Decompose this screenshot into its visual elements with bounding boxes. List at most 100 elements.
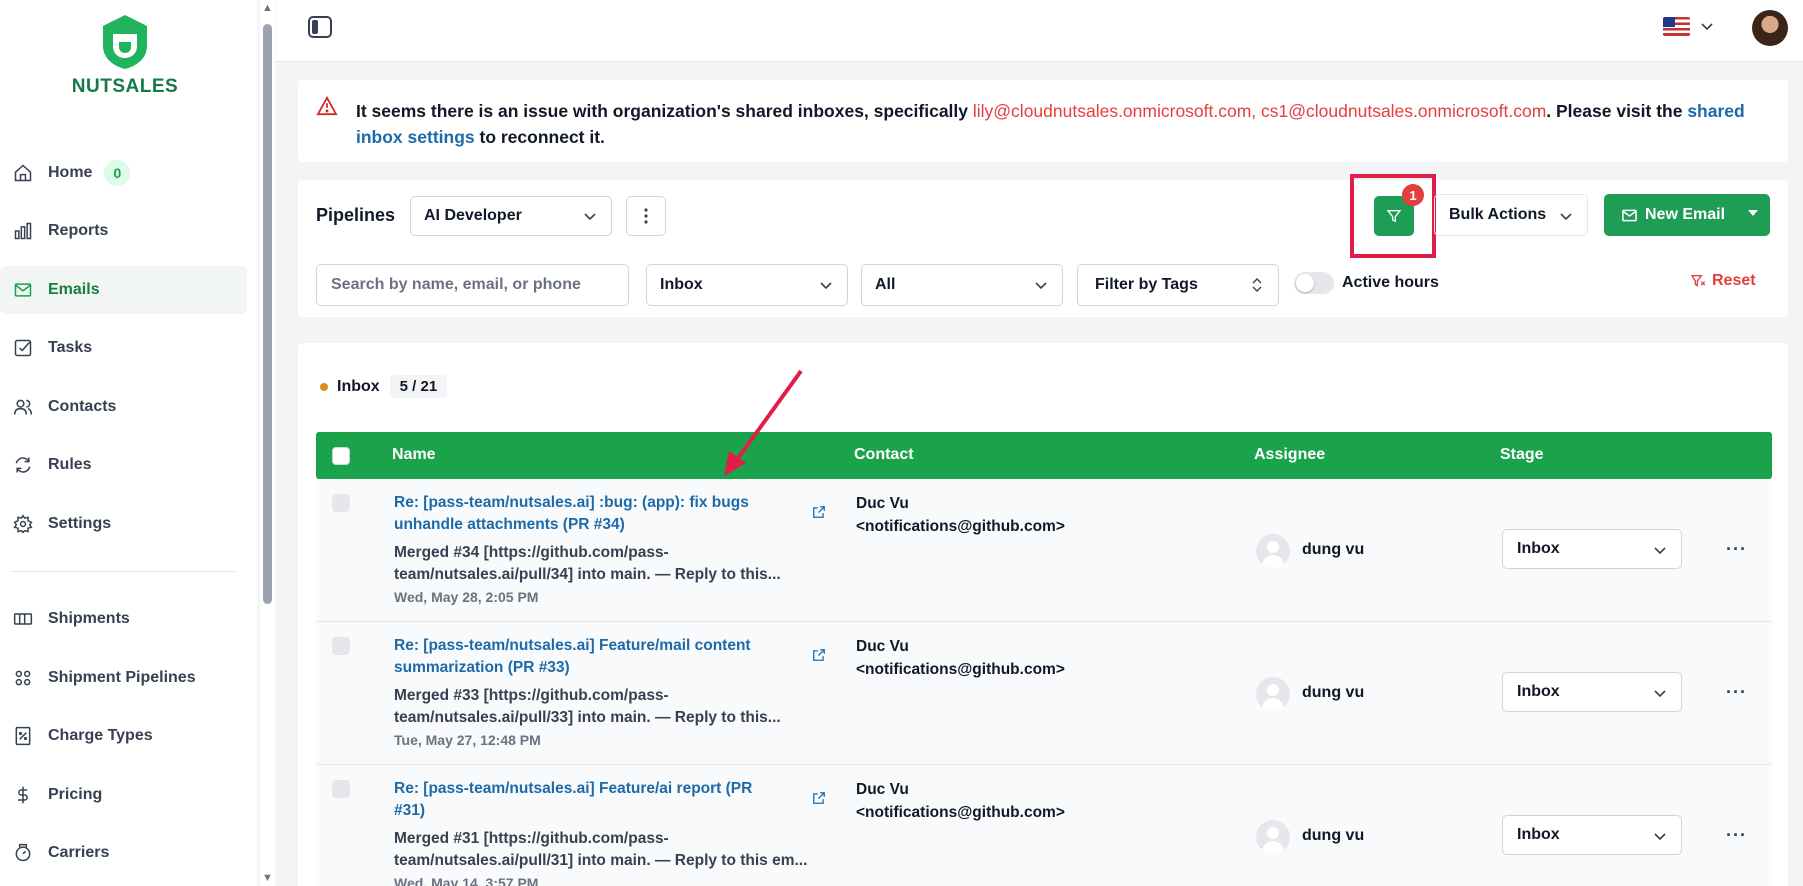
column-header-name[interactable]: Name bbox=[392, 446, 436, 464]
sidebar-item-label: Emails bbox=[48, 281, 100, 298]
table-row[interactable]: Re: [pass-team/nutsales.ai] Feature/ai r… bbox=[316, 765, 1772, 886]
contact-cell[interactable]: Duc Vu <notifications@github.com> bbox=[856, 635, 1065, 681]
scroll-up-icon[interactable]: ▲ bbox=[262, 2, 273, 14]
us-flag-icon[interactable] bbox=[1663, 17, 1690, 36]
select-all-checkbox[interactable] bbox=[332, 447, 350, 465]
new-email-button[interactable]: New Email bbox=[1604, 194, 1770, 236]
reset-button[interactable]: Reset bbox=[1690, 272, 1756, 290]
sidebar-item-charge-types[interactable]: Charge Types bbox=[0, 712, 247, 760]
sidebar-item-home[interactable]: Home 0 bbox=[0, 149, 247, 197]
assignee-name: dung vu bbox=[1302, 827, 1365, 844]
sidebar-scrollbar[interactable]: ▲ ▼ bbox=[260, 0, 275, 886]
carrier-icon bbox=[12, 842, 34, 864]
mail-send-icon bbox=[1622, 209, 1637, 221]
row-more-actions-icon[interactable]: ··· bbox=[1726, 539, 1747, 560]
contact-email: <notifications@github.com> bbox=[856, 518, 1065, 535]
sidebar-item-carriers[interactable]: Carriers bbox=[0, 829, 247, 877]
row-checkbox[interactable] bbox=[332, 637, 350, 655]
external-link-icon[interactable] bbox=[812, 791, 826, 809]
warning-icon bbox=[316, 95, 338, 120]
chevron-down-icon bbox=[820, 282, 832, 290]
email-subject-link[interactable]: Re: [pass-team/nutsales.ai] Feature/ai r… bbox=[394, 778, 774, 822]
funnel-clear-icon bbox=[1690, 275, 1706, 287]
truck-icon bbox=[12, 608, 34, 630]
new-email-caret-icon[interactable] bbox=[1748, 210, 1758, 216]
checkbox-icon bbox=[12, 337, 34, 359]
alert-message: It seems there is an issue with organiza… bbox=[356, 98, 1776, 150]
assignee-avatar bbox=[1256, 534, 1290, 568]
sidebar-item-settings[interactable]: Settings bbox=[0, 500, 247, 548]
row-checkbox[interactable] bbox=[332, 780, 350, 798]
scrollbar-thumb[interactable] bbox=[263, 24, 272, 604]
column-header-contact[interactable]: Contact bbox=[854, 446, 914, 464]
sidebar-item-label: Pricing bbox=[48, 786, 103, 803]
stage-select[interactable]: Inbox bbox=[1502, 815, 1682, 855]
sidebar-item-emails[interactable]: Emails bbox=[0, 266, 247, 314]
external-link-icon[interactable] bbox=[812, 648, 826, 666]
bulk-actions-label: Bulk Actions bbox=[1449, 206, 1547, 223]
active-hours-toggle[interactable] bbox=[1294, 272, 1334, 294]
email-subject-link[interactable]: Re: [pass-team/nutsales.ai] :bug: (app):… bbox=[394, 492, 774, 536]
pipeline-select[interactable]: AI Developer bbox=[410, 196, 612, 236]
reset-label: Reset bbox=[1712, 272, 1756, 289]
sidebar-item-label: Shipment Pipelines bbox=[48, 669, 196, 686]
sidebar-item-contacts[interactable]: Contacts bbox=[0, 383, 247, 431]
inbox-count: 5 / 21 bbox=[389, 375, 448, 398]
bar-chart-icon bbox=[12, 220, 34, 242]
refresh-icon bbox=[12, 454, 34, 476]
active-hours-label: Active hours bbox=[1342, 274, 1439, 291]
column-header-stage[interactable]: Stage bbox=[1500, 446, 1544, 464]
email-preview: Merged #31 [https://github.com/pass-team… bbox=[394, 830, 808, 869]
chevron-down-icon bbox=[1560, 213, 1572, 221]
email-preview: Merged #34 [https://github.com/pass-team… bbox=[394, 544, 781, 583]
row-more-actions-icon[interactable]: ··· bbox=[1726, 825, 1747, 846]
bulk-actions-button[interactable]: Bulk Actions bbox=[1434, 194, 1588, 236]
sidebar-item-label: Tasks bbox=[48, 339, 93, 356]
row-checkbox[interactable] bbox=[332, 494, 350, 512]
pipelines-label: Pipelines bbox=[316, 205, 396, 225]
sidebar-item-reports[interactable]: Reports bbox=[0, 207, 247, 255]
chevron-down-icon[interactable] bbox=[1700, 19, 1714, 33]
email-subject-link[interactable]: Re: [pass-team/nutsales.ai] Feature/mail… bbox=[394, 635, 774, 679]
users-icon bbox=[12, 396, 34, 418]
pipeline-more-button[interactable] bbox=[626, 196, 666, 236]
sidebar-item-shipment-pipelines[interactable]: Shipment Pipelines bbox=[0, 654, 247, 702]
user-avatar[interactable] bbox=[1752, 10, 1788, 46]
sidebar-item-tasks[interactable]: Tasks bbox=[0, 324, 247, 372]
folder-select-value: Inbox bbox=[660, 276, 703, 293]
contact-name: Duc Vu bbox=[856, 638, 909, 655]
toggle-sidebar-icon[interactable] bbox=[308, 16, 332, 38]
stage-select[interactable]: Inbox bbox=[1502, 672, 1682, 712]
tags-filter-select[interactable]: Filter by Tags bbox=[1077, 264, 1279, 306]
search-input[interactable] bbox=[316, 264, 629, 306]
vertical-dots-icon bbox=[644, 208, 648, 224]
sidebar-item-label: Shipments bbox=[48, 610, 130, 627]
contact-cell[interactable]: Duc Vu <notifications@github.com> bbox=[856, 492, 1065, 538]
new-email-label: New Email bbox=[1645, 206, 1726, 223]
sidebar-item-label: Settings bbox=[48, 515, 112, 532]
status-select[interactable]: All bbox=[861, 264, 1063, 306]
assignee-name: dung vu bbox=[1302, 684, 1365, 701]
stage-value: Inbox bbox=[1517, 826, 1560, 843]
column-header-assignee[interactable]: Assignee bbox=[1254, 446, 1325, 464]
sidebar: NUTSALES Home 0 Reports Emails Tasks Con… bbox=[0, 0, 257, 886]
sidebar-item-shipments[interactable]: Shipments bbox=[0, 595, 247, 643]
sidebar-item-rules[interactable]: Rules bbox=[0, 441, 247, 489]
row-more-actions-icon[interactable]: ··· bbox=[1726, 682, 1747, 703]
table-row[interactable]: Re: [pass-team/nutsales.ai] :bug: (app):… bbox=[316, 479, 1772, 622]
alert-text-after: to reconnect it. bbox=[474, 127, 605, 147]
stage-value: Inbox bbox=[1517, 683, 1560, 700]
brand-logo[interactable]: NUTSALES bbox=[60, 12, 190, 98]
stage-select[interactable]: Inbox bbox=[1502, 529, 1682, 569]
sidebar-item-pricing[interactable]: Pricing bbox=[0, 771, 247, 819]
tags-filter-value: Filter by Tags bbox=[1095, 276, 1198, 293]
alert-emails: lily@cloudnutsales.onmicrosoft.com, cs1@… bbox=[972, 101, 1547, 121]
scroll-down-icon[interactable]: ▼ bbox=[262, 872, 273, 884]
table-row[interactable]: Re: [pass-team/nutsales.ai] Feature/mail… bbox=[316, 622, 1772, 765]
funnel-icon bbox=[1386, 210, 1402, 223]
folder-select[interactable]: Inbox bbox=[646, 264, 848, 306]
contact-cell[interactable]: Duc Vu <notifications@github.com> bbox=[856, 778, 1065, 824]
sidebar-item-label: Rules bbox=[48, 456, 92, 473]
external-link-icon[interactable] bbox=[812, 505, 826, 523]
sidebar-item-label: Reports bbox=[48, 222, 109, 239]
